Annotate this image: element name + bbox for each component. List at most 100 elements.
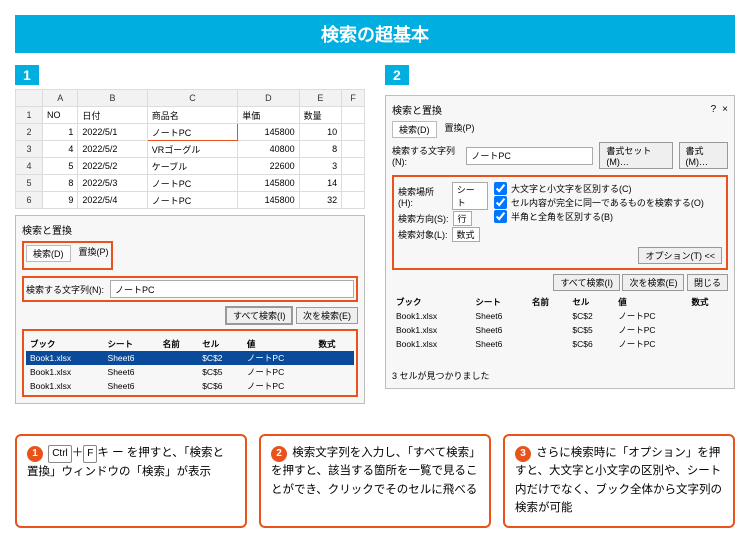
cell[interactable]: 145800 (238, 124, 299, 141)
result-cell (314, 351, 354, 365)
row-head[interactable]: 6 (16, 192, 43, 209)
plus: ＋ (72, 447, 84, 459)
close-icon[interactable]: × (722, 104, 728, 115)
find-input[interactable] (110, 280, 354, 298)
options-button[interactable]: オプション(T) << (638, 247, 722, 264)
row-head[interactable]: 5 (16, 175, 43, 192)
cell[interactable]: 2022/5/3 (78, 175, 147, 192)
result-list[interactable]: ブック シート 名前 セル 値 数式 Book1.xlsx Sheet6 $C$… (26, 337, 354, 393)
result-cell: $C$6 (198, 379, 243, 393)
row-head[interactable]: 3 (16, 141, 43, 158)
cell[interactable]: 8 (43, 175, 78, 192)
scope-select[interactable]: シート (452, 182, 488, 210)
cell[interactable] (342, 141, 365, 158)
format-set-button[interactable]: 書式セット(M)… (599, 142, 672, 169)
cell[interactable] (342, 175, 365, 192)
result-head: ブック (26, 337, 104, 351)
cell[interactable]: 9 (43, 192, 78, 209)
result-row[interactable]: Book1.xlsx Sheet6 $C$6 ノートPC (26, 379, 354, 393)
cell-highlight[interactable]: ノートPC (147, 124, 238, 141)
help-icon[interactable]: ? (711, 104, 717, 115)
cell[interactable] (342, 192, 365, 209)
close-button[interactable]: 閉じる (687, 274, 728, 291)
result-cell: $C$2 (568, 309, 614, 323)
callout-3-num: 3 (515, 446, 531, 462)
result-row[interactable]: Book1.xlsx Sheet6 $C$6 ノートPC (392, 337, 728, 351)
result-cell (314, 365, 354, 379)
header-cell[interactable]: 日付 (78, 107, 147, 124)
dialog-title: 検索と置換 (392, 102, 442, 117)
find-next-button[interactable]: 次を検索(E) (622, 274, 684, 291)
find-label: 検索する文字列(N): (392, 144, 460, 167)
col-head[interactable]: F (342, 90, 365, 107)
col-head[interactable]: C (147, 90, 238, 107)
result-row[interactable]: Book1.xlsx Sheet6 $C$5 ノートPC (392, 323, 728, 337)
tab-search[interactable]: 検索(D) (26, 245, 71, 262)
cell[interactable]: 22600 (238, 158, 299, 175)
cell[interactable]: ノートPC (147, 192, 238, 209)
col-head[interactable]: A (43, 90, 78, 107)
row-head[interactable]: 1 (16, 107, 43, 124)
key-f: F (83, 445, 97, 463)
direction-select[interactable]: 行 (453, 211, 472, 226)
cell[interactable] (342, 124, 365, 141)
cell[interactable]: 2022/5/1 (78, 124, 147, 141)
match-case-checkbox[interactable] (494, 182, 507, 195)
result-row[interactable]: Book1.xlsx Sheet6 $C$5 ノートPC (26, 365, 354, 379)
cell[interactable]: 3 (299, 158, 342, 175)
result-list[interactable]: ブック シート 名前 セル 値 数式 Book1.xlsx Sheet6 $C$… (392, 295, 728, 351)
result-cell: Sheet6 (471, 309, 528, 323)
result-row[interactable]: Book1.xlsx Sheet6 $C$2 ノートPC (392, 309, 728, 323)
cell[interactable]: 1 (43, 124, 78, 141)
cell[interactable]: 145800 (238, 175, 299, 192)
cell[interactable]: 8 (299, 141, 342, 158)
cell[interactable]: 4 (43, 141, 78, 158)
excel-grid-1[interactable]: A B C D E F 1 NO 日付 商品名 単価 数量 2 1 2022/5… (15, 89, 365, 209)
header-cell[interactable]: 数量 (299, 107, 342, 124)
callout-1-num: 1 (27, 446, 43, 462)
col-head[interactable]: B (78, 90, 147, 107)
format-button[interactable]: 書式(M)… (679, 142, 728, 169)
result-row[interactable]: Book1.xlsx Sheet6 $C$2 ノートPC (26, 351, 354, 365)
cell[interactable]: ノートPC (147, 175, 238, 192)
cell[interactable]: 5 (43, 158, 78, 175)
row-head[interactable]: 2 (16, 124, 43, 141)
header-cell[interactable]: 商品名 (147, 107, 238, 124)
result-head: 名前 (528, 295, 568, 309)
cell[interactable]: 2022/5/2 (78, 141, 147, 158)
target-select[interactable]: 数式 (452, 227, 480, 242)
find-all-button[interactable]: すべて検索(I) (553, 274, 620, 291)
cell[interactable]: 2022/5/4 (78, 192, 147, 209)
key-ctrl: Ctrl (48, 445, 72, 463)
tab-replace[interactable]: 置換(P) (445, 121, 475, 138)
cell[interactable]: 2022/5/2 (78, 158, 147, 175)
cell[interactable]: 10 (299, 124, 342, 141)
tab-search[interactable]: 検索(D) (392, 121, 437, 138)
result-cell: Book1.xlsx (392, 337, 471, 351)
result-head: 数式 (314, 337, 354, 351)
header-cell[interactable]: NO (43, 107, 78, 124)
tab-replace[interactable]: 置換(P) (79, 245, 109, 262)
cell[interactable] (342, 158, 365, 175)
cell[interactable]: 14 (299, 175, 342, 192)
page-title: 検索の超基本 (15, 15, 735, 53)
cell[interactable]: 145800 (238, 192, 299, 209)
col-head[interactable] (16, 90, 43, 107)
row-head[interactable]: 4 (16, 158, 43, 175)
match-byte-checkbox[interactable] (494, 210, 507, 223)
header-cell[interactable]: 単価 (238, 107, 299, 124)
find-input[interactable] (466, 147, 593, 165)
match-entire-checkbox[interactable] (494, 196, 507, 209)
cell[interactable]: ケーブル (147, 158, 238, 175)
find-all-button[interactable]: すべて検索(I) (225, 306, 294, 325)
cell[interactable]: 32 (299, 192, 342, 209)
result-cell: Book1.xlsx (392, 309, 471, 323)
result-cell (528, 309, 568, 323)
header-cell[interactable] (342, 107, 365, 124)
find-next-button[interactable]: 次を検索(E) (296, 307, 358, 324)
col-head[interactable]: D (238, 90, 299, 107)
cell[interactable]: 40800 (238, 141, 299, 158)
col-head[interactable]: E (299, 90, 342, 107)
cell[interactable]: VRゴーグル (147, 141, 238, 158)
result-cell: Book1.xlsx (26, 365, 104, 379)
